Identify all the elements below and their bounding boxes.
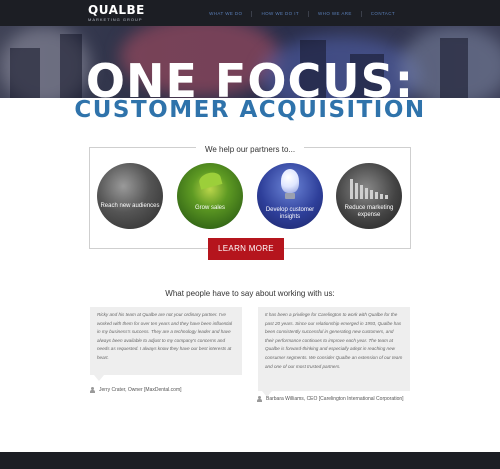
benefit-label: Develop customer insights xyxy=(265,207,315,220)
page-footer xyxy=(0,452,500,469)
nav-link-what-we-do[interactable]: WHAT WE DO xyxy=(200,11,251,17)
hero-subhead: CUSTOMER ACQUISITION xyxy=(74,97,426,123)
benefit-label: Grow sales xyxy=(194,205,225,211)
testimonial-author: Barbara Williams, CEO [Carelington Inter… xyxy=(257,396,404,402)
testimonial-quote: Ricky and his team at Qualbe are not you… xyxy=(90,307,242,375)
testimonials-title: What people have to say about working wi… xyxy=(165,289,335,298)
nav-link-how-we-do-it[interactable]: HOW WE DO IT xyxy=(251,11,308,17)
benefit-customer-insights[interactable]: Develop customer insights xyxy=(257,163,323,229)
top-navigation-bar: QUALBE MARKETING GROUP WHAT WE DO HOW WE… xyxy=(0,0,500,26)
author-name: Barbara Williams, CEO [Carelington Inter… xyxy=(266,396,404,402)
main-nav: WHAT WE DO HOW WE DO IT WHO WE ARE CONTA… xyxy=(200,11,404,17)
nav-link-who-we-are[interactable]: WHO WE ARE xyxy=(308,11,361,17)
speech-tail xyxy=(94,375,104,381)
logo-tagline: MARKETING GROUP xyxy=(88,17,143,22)
person-icon xyxy=(90,387,95,393)
benefit-label: Reduce marketing expense xyxy=(344,205,394,218)
benefit-grow-sales[interactable]: Grow sales xyxy=(177,163,243,229)
partners-title-text: We help our partners to... xyxy=(195,145,305,154)
lightbulb-icon xyxy=(281,169,299,193)
benefit-label: Reach new audiences xyxy=(100,203,160,209)
sprout-icon xyxy=(197,170,223,190)
testimonial-quote: It has been a privilege for Carelington … xyxy=(258,307,410,391)
logo-name: QUALBE xyxy=(88,3,145,17)
benefit-reduce-expense[interactable]: Reduce marketing expense xyxy=(336,163,402,229)
qualbe-logo[interactable]: QUALBE MARKETING GROUP xyxy=(88,4,145,22)
benefit-reach-audiences[interactable]: Reach new audiences xyxy=(97,163,163,229)
bar-chart-icon xyxy=(350,175,390,199)
learn-more-button[interactable]: LEARN MORE xyxy=(208,238,284,260)
testimonial-author: Jerry Crater, Owner [MaxDental.com] xyxy=(90,387,182,393)
partners-title: We help our partners to... xyxy=(0,139,500,157)
nav-link-contact[interactable]: CONTACT xyxy=(360,11,404,17)
author-name: Jerry Crater, Owner [MaxDental.com] xyxy=(99,387,182,393)
person-icon xyxy=(257,396,262,402)
